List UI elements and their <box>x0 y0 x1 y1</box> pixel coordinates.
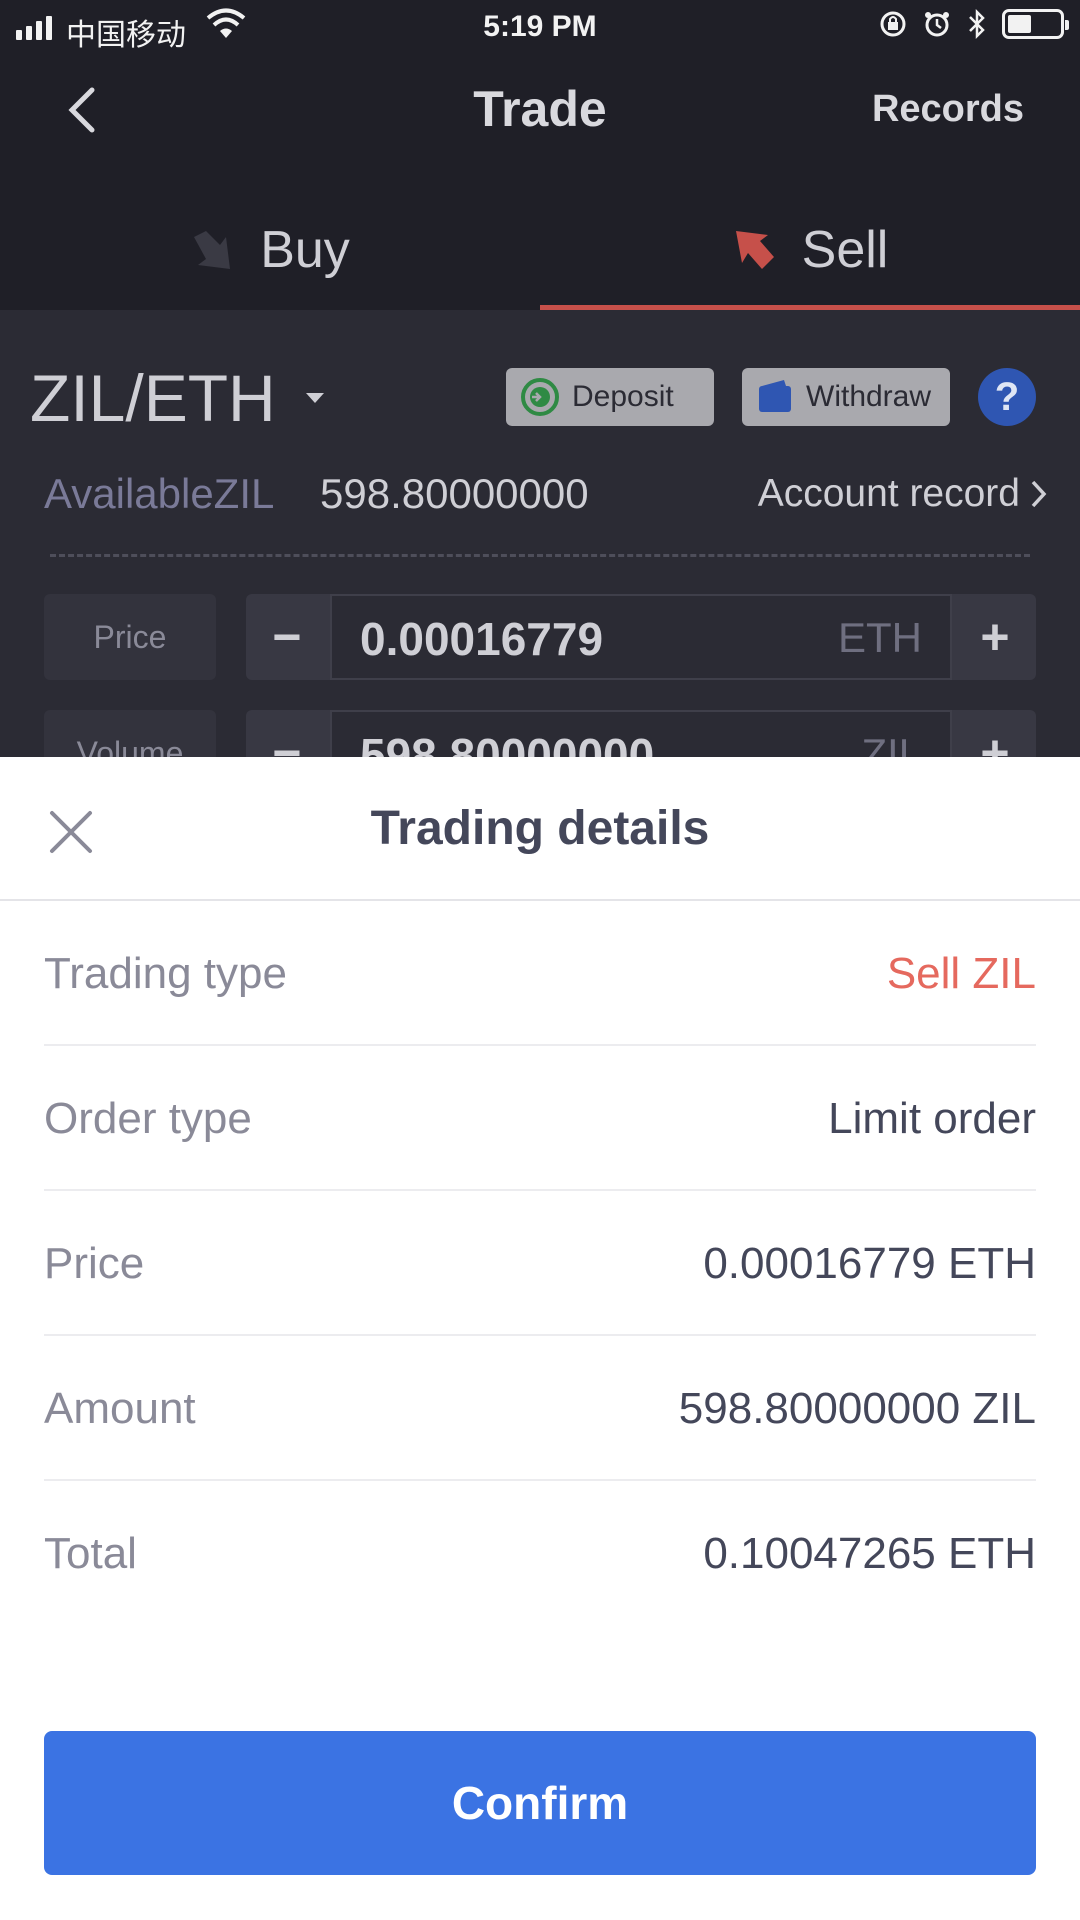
trading-details-sheet: Trading details Trading type Sell ZIL Or… <box>0 757 1080 1920</box>
top-nav: Trade Records <box>0 60 1080 160</box>
available-balance-row: AvailableZIL 598.80000000 Account record <box>0 470 1080 526</box>
tab-sell-label: Sell <box>801 221 889 279</box>
volume-row: Volume − 598.80000000 ZIL + <box>0 710 1080 760</box>
volume-label: Volume <box>44 710 216 760</box>
account-record-label: Account record <box>757 472 1020 515</box>
detail-label: Total <box>44 1529 137 1578</box>
sheet-header: Trading details <box>0 757 1080 901</box>
pair-name: ZIL/ETH <box>30 361 276 435</box>
tab-buy[interactable]: Buy <box>0 190 540 310</box>
volume-minus-button[interactable]: − <box>246 710 328 760</box>
detail-label: Amount <box>44 1384 196 1433</box>
detail-row-amount: Amount 598.80000000 ZIL <box>44 1336 1036 1481</box>
tab-buy-label: Buy <box>260 221 350 279</box>
volume-stepper: − 598.80000000 ZIL + <box>246 710 1036 760</box>
volume-input[interactable]: 598.80000000 ZIL <box>330 710 952 760</box>
orientation-lock-icon <box>880 11 906 37</box>
active-tab-indicator <box>540 305 1080 310</box>
battery-icon <box>1002 9 1069 39</box>
available-value: 598.80000000 <box>320 470 589 517</box>
detail-value: Sell ZIL <box>886 949 1036 998</box>
help-icon[interactable]: ? <box>978 368 1036 426</box>
pair-row: ZIL/ETH Deposit Withdraw ? <box>0 360 1080 440</box>
withdraw-button[interactable]: Withdraw <box>742 368 950 426</box>
bluetooth-icon <box>969 8 985 40</box>
status-right-icons <box>878 8 1069 40</box>
tab-sell[interactable]: Sell <box>540 190 1080 310</box>
price-minus-button[interactable]: − <box>246 594 328 680</box>
caret-down-icon <box>305 393 324 403</box>
divider <box>50 554 1030 557</box>
detail-row-total: Total 0.10047265 ETH <box>44 1481 1036 1626</box>
available-label: AvailableZIL <box>44 470 275 517</box>
account-record-link[interactable]: Account record <box>758 472 1048 516</box>
price-input[interactable]: 0.00016779 ETH <box>330 594 952 680</box>
pair-selector[interactable]: ZIL/ETH <box>30 360 324 436</box>
volume-value: 598.80000000 <box>360 729 655 760</box>
detail-row-trading-type: Trading type Sell ZIL <box>44 901 1036 1046</box>
detail-value: 0.10047265 ETH <box>703 1529 1036 1578</box>
detail-list: Trading type Sell ZIL Order type Limit o… <box>44 901 1036 1626</box>
price-label: Price <box>44 594 216 680</box>
detail-label: Price <box>44 1239 145 1288</box>
volume-unit: ZIL <box>861 730 922 760</box>
detail-row-order-type: Order type Limit order <box>44 1046 1036 1191</box>
price-unit: ETH <box>838 614 922 661</box>
confirm-button[interactable]: Confirm <box>44 1731 1036 1875</box>
volume-plus-button[interactable]: + <box>954 710 1036 760</box>
detail-row-price: Price 0.00016779 ETH <box>44 1191 1036 1336</box>
withdraw-icon <box>759 380 791 412</box>
withdraw-label: Withdraw <box>806 380 932 413</box>
battery-level <box>1008 15 1031 33</box>
deposit-icon <box>521 378 559 416</box>
trade-screen: 中国移动 5:19 PM Trade Records Buy Sell ZIL/… <box>0 0 1080 760</box>
detail-value: 598.80000000 ZIL <box>678 1384 1036 1433</box>
status-bar: 中国移动 5:19 PM <box>0 0 1080 52</box>
price-row: Price − 0.00016779 ETH + <box>0 594 1080 680</box>
detail-label: Trading type <box>44 949 287 998</box>
deposit-label: Deposit <box>572 380 674 413</box>
records-link[interactable]: Records <box>872 88 1024 131</box>
detail-value: Limit order <box>828 1094 1036 1143</box>
chevron-right-icon <box>1031 480 1047 508</box>
price-value: 0.00016779 <box>360 613 604 665</box>
trade-tabs: Buy Sell <box>0 190 1080 310</box>
sheet-title: Trading details <box>370 802 710 855</box>
buy-arrow-icon <box>194 231 231 269</box>
alarm-icon <box>925 12 949 37</box>
price-stepper: − 0.00016779 ETH + <box>246 594 1036 680</box>
detail-label: Order type <box>44 1094 252 1143</box>
detail-value: 0.00016779 ETH <box>703 1239 1036 1288</box>
deposit-button[interactable]: Deposit <box>506 368 714 426</box>
sell-arrow-icon <box>735 231 774 269</box>
price-plus-button[interactable]: + <box>954 594 1036 680</box>
